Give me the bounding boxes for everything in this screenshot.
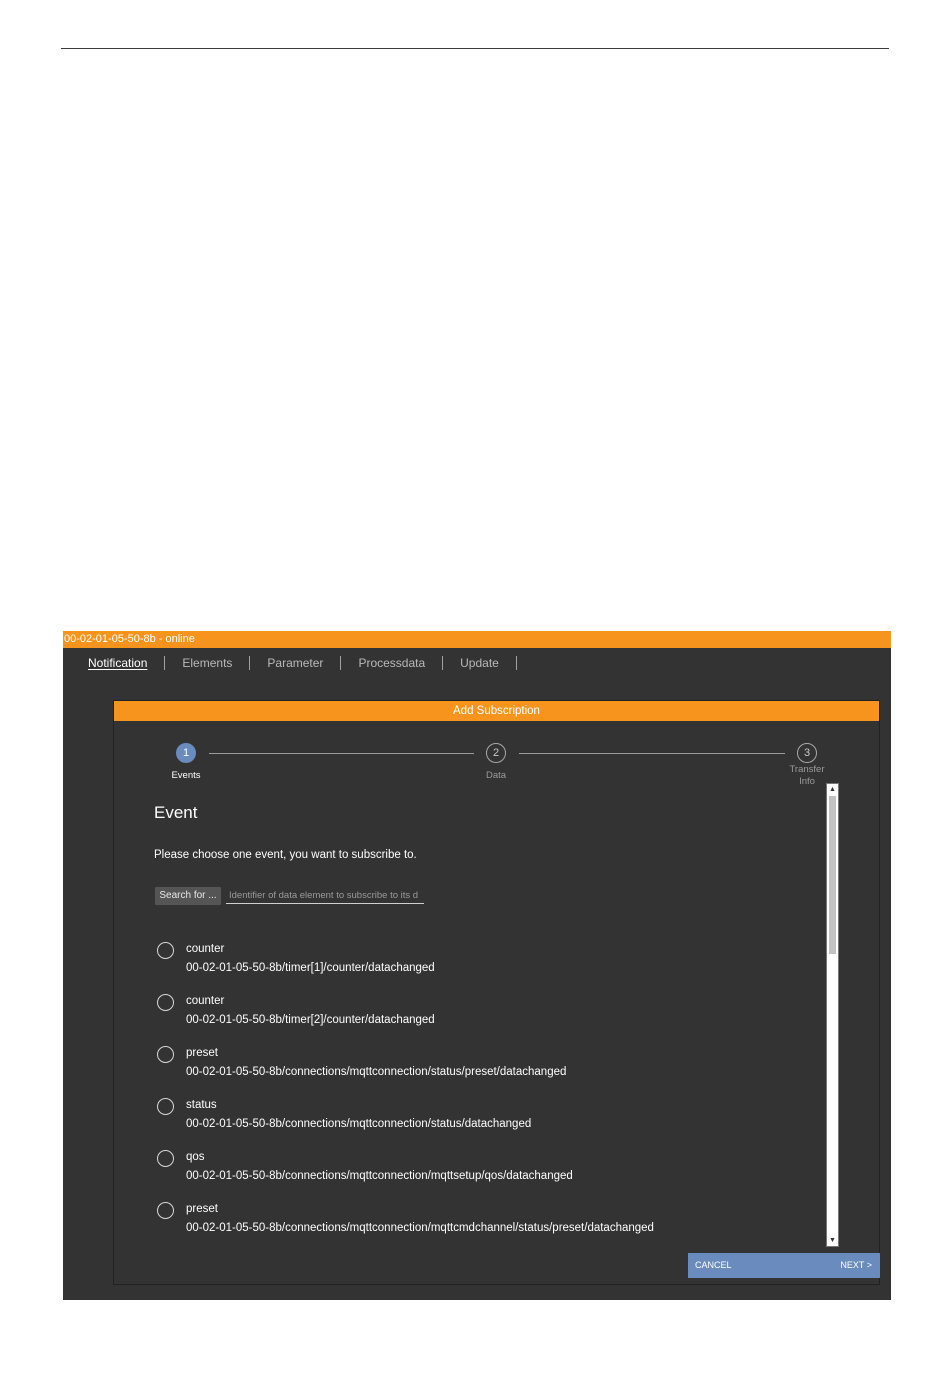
tab-update[interactable]: Update	[443, 656, 517, 670]
event-option[interactable]: status 00-02-01-05-50-8b/connections/mqt…	[157, 1097, 817, 1137]
radio-button[interactable]	[157, 942, 174, 959]
event-heading: Event	[154, 803, 198, 822]
search-for-button[interactable]: Search for ...	[155, 887, 221, 905]
step-2-indicator[interactable]: 2	[486, 743, 506, 763]
tab-processdata[interactable]: Processdata	[341, 656, 444, 670]
radio-button[interactable]	[157, 1202, 174, 1219]
step-2-label: Data	[485, 770, 507, 781]
event-name: status	[186, 1099, 217, 1111]
radio-button[interactable]	[157, 1150, 174, 1167]
event-option[interactable]: counter 00-02-01-05-50-8b/timer[1]/count…	[157, 941, 817, 981]
radio-button[interactable]	[157, 1046, 174, 1063]
page-top-rule	[61, 48, 889, 49]
event-name: preset	[186, 1203, 218, 1215]
event-path: 00-02-01-05-50-8b/connections/mqttconnec…	[186, 1222, 654, 1234]
event-path: 00-02-01-05-50-8b/connections/mqttconnec…	[186, 1066, 567, 1078]
radio-button[interactable]	[157, 994, 174, 1011]
triangle-up-icon[interactable]: ▲	[827, 784, 838, 795]
step-1-indicator[interactable]: 1	[176, 743, 196, 763]
cancel-button[interactable]: CANCEL	[695, 1253, 732, 1278]
scrollbar-thumb[interactable]	[829, 796, 836, 954]
event-path: 00-02-01-05-50-8b/timer[2]/counter/datac…	[186, 1014, 435, 1026]
event-name: counter	[186, 943, 225, 955]
triangle-down-icon[interactable]: ▼	[827, 1235, 838, 1246]
main-nav: Notification Elements Parameter Processd…	[88, 654, 517, 672]
dialog-footer: CANCEL NEXT >	[688, 1253, 880, 1278]
event-option[interactable]: preset 00-02-01-05-50-8b/connections/mqt…	[157, 1045, 817, 1085]
add-subscription-dialog: Add Subscription 1 Events 2 Data 3 Trans…	[113, 700, 880, 1285]
event-option[interactable]: preset 00-02-01-05-50-8b/connections/mqt…	[157, 1201, 817, 1241]
dialog-title: Add Subscription	[114, 701, 879, 721]
event-path: 00-02-01-05-50-8b/timer[1]/counter/datac…	[186, 962, 435, 974]
event-option[interactable]: counter 00-02-01-05-50-8b/timer[2]/count…	[157, 993, 817, 1033]
stepper-connector	[209, 753, 474, 754]
tab-parameter[interactable]: Parameter	[250, 656, 342, 670]
search-input[interactable]	[226, 887, 424, 904]
step-3-label: Transfer Info	[789, 764, 825, 787]
event-list-scrollbar[interactable]: ▲ ▼	[826, 783, 839, 1247]
event-name: qos	[186, 1151, 205, 1163]
next-button[interactable]: NEXT >	[840, 1253, 872, 1278]
event-name: preset	[186, 1047, 218, 1059]
tab-notification[interactable]: Notification	[88, 656, 166, 670]
step-3-indicator[interactable]: 3	[797, 743, 817, 763]
radio-button[interactable]	[157, 1098, 174, 1115]
stepper-connector	[519, 753, 785, 754]
event-path: 00-02-01-05-50-8b/connections/mqttconnec…	[186, 1170, 573, 1182]
event-description: Please choose one event, you want to sub…	[154, 849, 417, 861]
device-status-bar: 00-02-01-05-50-8b - online	[63, 631, 891, 648]
step-1-label: Events	[171, 770, 201, 781]
event-path: 00-02-01-05-50-8b/connections/mqttconnec…	[186, 1118, 532, 1130]
tab-elements[interactable]: Elements	[165, 656, 251, 670]
app-window: 00-02-01-05-50-8b - online Notification …	[63, 631, 891, 1300]
event-option[interactable]: qos 00-02-01-05-50-8b/connections/mqttco…	[157, 1149, 817, 1189]
event-name: counter	[186, 995, 225, 1007]
